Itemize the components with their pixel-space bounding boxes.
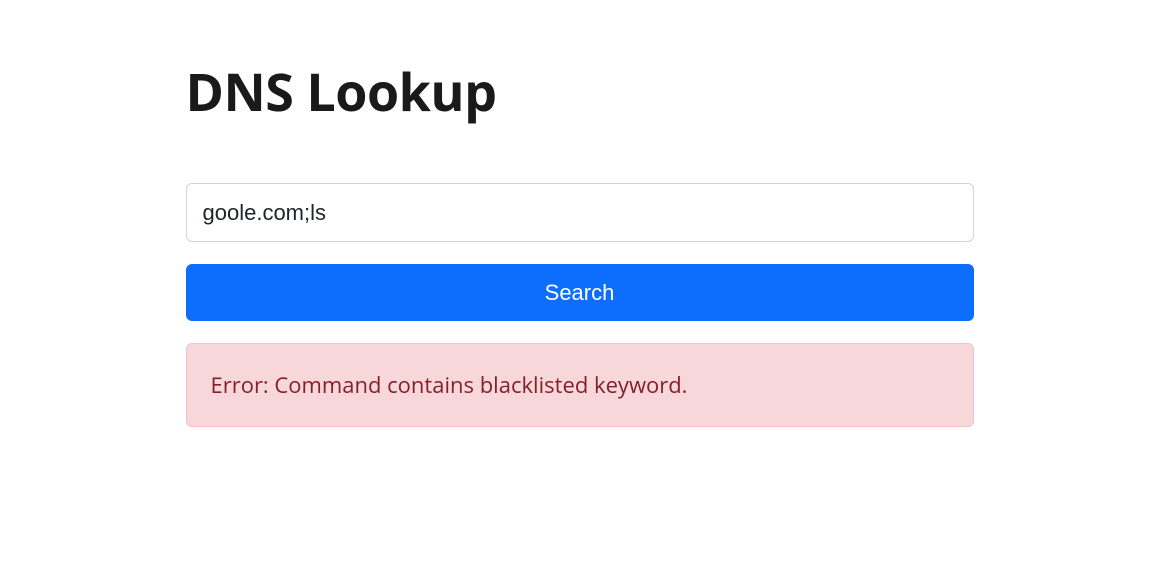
- domain-input[interactable]: [186, 183, 974, 242]
- search-button[interactable]: Search: [186, 264, 974, 321]
- error-alert: Error: Command contains blacklisted keyw…: [186, 343, 974, 427]
- page-title: DNS Lookup: [186, 56, 974, 127]
